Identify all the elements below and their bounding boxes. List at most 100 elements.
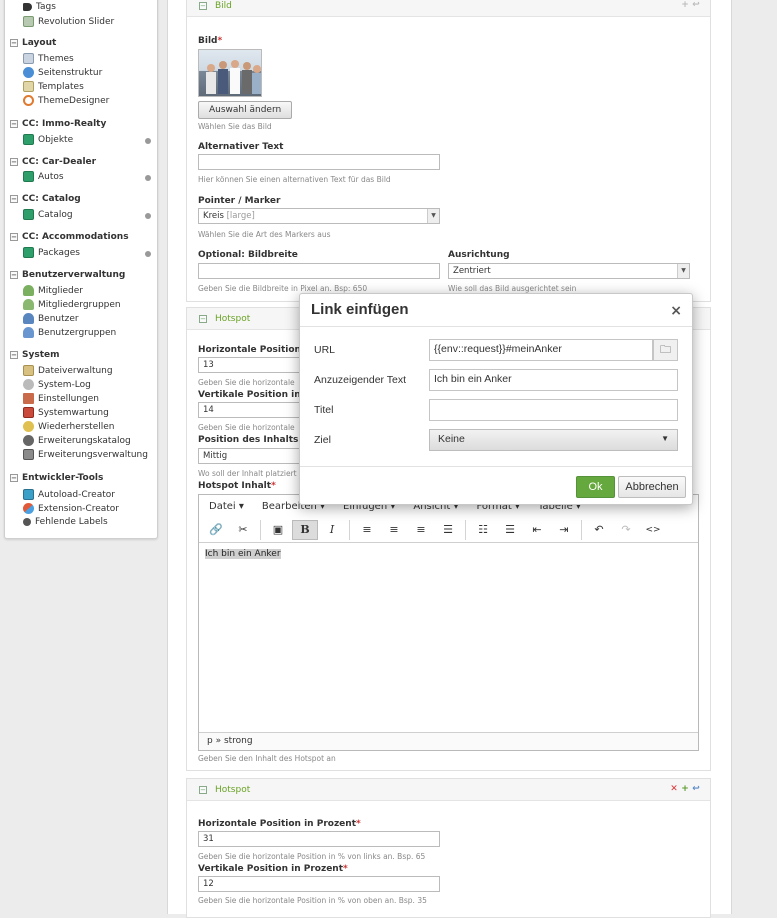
extension-creator-icon (23, 503, 34, 514)
alt-text-input[interactable] (198, 154, 440, 170)
image-icon[interactable]: ▣ (265, 520, 291, 540)
add-icon[interactable]: + (681, 785, 689, 794)
sidebar-item-extension-creator[interactable]: Extension-Creator (23, 503, 119, 514)
vpos2-hint: Geben Sie die horizontale Position in % … (198, 896, 427, 905)
group-entwickler-tools[interactable]: − Entwickler-Tools (10, 473, 103, 483)
cancel-button[interactable]: Abbrechen (618, 476, 686, 498)
sidebar-item-systemwartung[interactable]: Systemwartung (23, 407, 109, 418)
url-input[interactable]: {{env::request}}#meinAnker (429, 339, 653, 361)
bold-icon[interactable]: B (292, 519, 318, 540)
width-input[interactable] (198, 263, 440, 279)
outdent-icon[interactable]: ⇤ (524, 520, 550, 540)
sidebar-item-themedesigner[interactable]: ThemeDesigner (23, 95, 109, 106)
sidebar-item-autos[interactable]: Autos (23, 171, 64, 182)
change-selection-button[interactable]: Auswahl ändern (198, 101, 293, 119)
sidebar-item-seitenstruktur[interactable]: Seitenstruktur (23, 67, 102, 78)
sidebar-item-themes[interactable]: Themes (23, 53, 74, 64)
module-icon (23, 209, 34, 220)
delete-icon[interactable]: ✕ (670, 785, 678, 794)
bild-panel-header[interactable]: − Bild + ↩ (187, 0, 710, 17)
group-benutzerverwaltung[interactable]: − Benutzerverwaltung (10, 270, 125, 280)
group-layout[interactable]: − Layout (10, 38, 56, 48)
add-icon[interactable]: + (681, 1, 689, 10)
sidebar-item-mitgliedergruppen[interactable]: Mitgliedergruppen (23, 299, 121, 310)
sidebar-item-fehlende-labels[interactable]: Fehlende Labels (23, 517, 108, 527)
align-right-icon[interactable]: ≡ (408, 520, 434, 540)
collapse-icon[interactable]: − (199, 785, 207, 794)
editor-selected-text: Ich bin ein Anker (205, 549, 281, 559)
move-icon[interactable]: ↩ (692, 1, 700, 10)
hpos2-hint: Geben Sie die horizontale Position in % … (198, 852, 426, 861)
hpos-input[interactable]: 13 (198, 357, 302, 373)
browse-files-button[interactable]: 🗀 (653, 339, 678, 361)
vpos-input[interactable]: 14 (198, 402, 302, 418)
add-icon[interactable] (145, 213, 151, 219)
sidebar-item-mitglieder[interactable]: Mitglieder (23, 285, 83, 296)
align-center-icon[interactable]: ≡ (381, 520, 407, 540)
pointer-select[interactable]: Kreis [large] ▼ (198, 208, 440, 224)
bullet-list-icon[interactable]: ☷ (470, 520, 496, 540)
content-position-select[interactable]: Mittig (198, 448, 302, 464)
sidebar-item-erweiterungsverwaltung[interactable]: Erweiterungsverwaltung (23, 449, 148, 460)
align-justify-icon[interactable]: ☰ (435, 520, 461, 540)
hpos2-input[interactable]: 31 (198, 831, 440, 847)
group-system[interactable]: − System (10, 350, 60, 360)
group-immo-realty[interactable]: − CC: Immo-Realty (10, 119, 106, 129)
sidebar-item-objekte[interactable]: Objekte (23, 134, 73, 145)
group-car-dealer[interactable]: − CC: Car-Dealer (10, 157, 96, 167)
dialog-title: Link einfügen (311, 301, 409, 318)
align-select[interactable]: Zentriert ▼ (448, 263, 690, 279)
catalog-icon (23, 435, 34, 446)
code-icon[interactable]: <> (640, 520, 666, 540)
target-select[interactable]: Keine ▼ (429, 429, 678, 451)
sidebar-item-tags[interactable]: Tags (23, 2, 56, 12)
sidebar-item-templates[interactable]: Templates (23, 81, 84, 92)
ok-button[interactable]: Ok (576, 476, 615, 498)
undo-icon[interactable]: ↶ (586, 520, 612, 540)
sidebar-item-wiederherstellen[interactable]: Wiederherstellen (23, 421, 114, 432)
group-catalog[interactable]: − CC: Catalog (10, 194, 81, 204)
align-left-icon[interactable]: ≡ (354, 520, 380, 540)
move-icon[interactable]: ↩ (692, 785, 700, 794)
italic-icon[interactable]: I (319, 520, 345, 540)
sidebar-item-packages[interactable]: Packages (23, 247, 80, 258)
display-text-input[interactable]: Ich bin ein Anker (429, 369, 678, 391)
element-path[interactable]: p » strong (207, 736, 253, 746)
numbered-list-icon[interactable]: ☰ (497, 520, 523, 540)
menu-datei[interactable]: Datei ▾ (209, 501, 244, 512)
sidebar-item-benutzer[interactable]: Benutzer (23, 313, 79, 324)
template-icon (23, 81, 34, 92)
add-icon[interactable] (145, 251, 151, 257)
bild-thumbnail[interactable] (198, 49, 262, 97)
close-icon[interactable]: × (670, 303, 682, 319)
collapse-icon: − (10, 39, 18, 47)
collapse-icon[interactable]: − (199, 1, 207, 10)
sidebar-item-einstellungen[interactable]: Einstellungen (23, 393, 99, 404)
sidebar-item-catalog[interactable]: Catalog (23, 209, 73, 220)
collapse-icon[interactable]: − (199, 314, 207, 323)
sidebar-item-autoload-creator[interactable]: Autoload-Creator (23, 489, 115, 500)
group-accommodations[interactable]: − CC: Accommodations (10, 232, 129, 242)
title-input[interactable] (429, 399, 678, 421)
sidebar-item-dateiverwaltung[interactable]: Dateiverwaltung (23, 365, 113, 376)
sidebar: Tags Revolution Slider − Layout Themes S… (4, 0, 158, 539)
sidebar-item-system-log[interactable]: System-Log (23, 379, 91, 390)
add-icon[interactable] (145, 175, 151, 181)
hotspot-panel-header[interactable]: − Hotspot ✕ + ↩ (187, 779, 710, 801)
link-icon[interactable]: 🔗 (203, 520, 229, 540)
vpos-label: Vertikale Position in P (198, 390, 311, 400)
vpos2-input[interactable]: 12 (198, 876, 440, 892)
chevron-down-icon: ▼ (661, 434, 669, 443)
editor-content-area[interactable]: Ich bin ein Anker (199, 543, 698, 732)
add-icon[interactable] (145, 138, 151, 144)
sidebar-item-benutzergruppen[interactable]: Benutzergruppen (23, 327, 116, 338)
indent-icon[interactable]: ⇥ (551, 520, 577, 540)
sidebar-item-erweiterungskatalog[interactable]: Erweiterungskatalog (23, 435, 131, 446)
maintenance-icon (23, 407, 34, 418)
alt-text-label: Alternativer Text (198, 142, 284, 152)
vpos2-label: Vertikale Position in Prozent* (198, 864, 348, 874)
sidebar-item-revolution-slider[interactable]: Revolution Slider (23, 16, 114, 27)
unlink-icon[interactable]: ✂ (230, 520, 256, 540)
redo-icon[interactable]: ↷ (613, 520, 639, 540)
hotspot-content-hint: Geben Sie den Inhalt des Hotspot an (198, 754, 336, 763)
